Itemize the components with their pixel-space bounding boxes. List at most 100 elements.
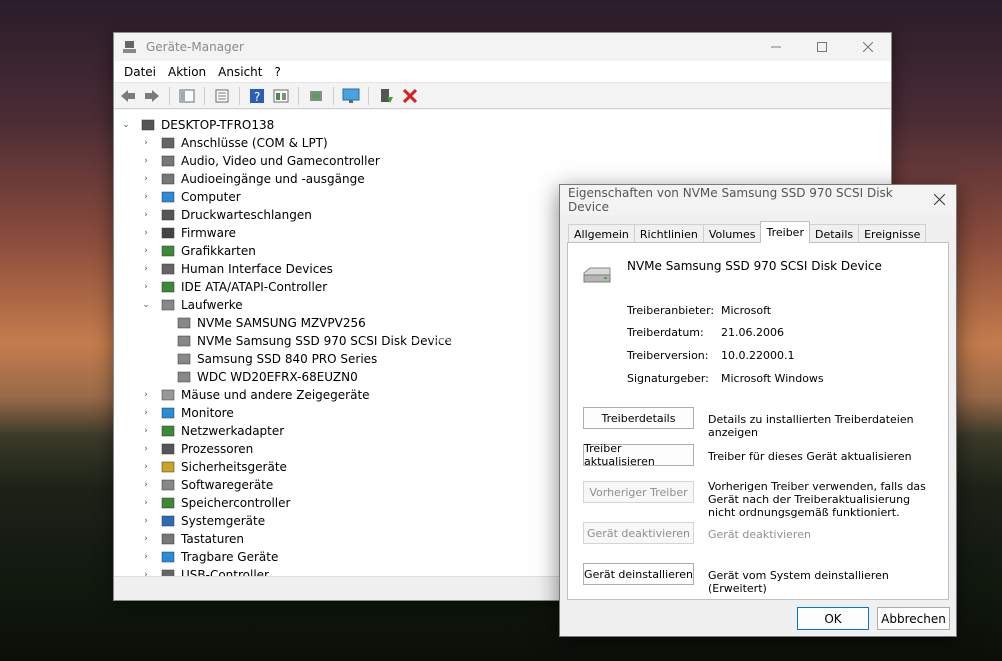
root-computer-icon: [140, 118, 156, 132]
help-icon: ?: [250, 88, 264, 104]
dialog-title: Eigenschaften von NVMe Samsung SSD 970 S…: [568, 186, 893, 214]
chevron-right-icon[interactable]: ›: [140, 425, 152, 437]
tree-category[interactable]: › Mäuse und andere Zeigegeräte: [140, 386, 369, 404]
chevron-right-icon[interactable]: ›: [140, 389, 152, 401]
tree-item-label: Prozessoren: [181, 442, 254, 456]
driver-details-description: Details zu installierten Treiberdateien …: [708, 413, 914, 439]
signer-label: Signaturgeber:: [627, 372, 709, 385]
tab-allgemein[interactable]: Allgemein: [568, 224, 635, 243]
chevron-right-icon[interactable]: ›: [140, 209, 152, 221]
chevron-right-icon[interactable]: ›: [140, 515, 152, 527]
scan-hardware-button[interactable]: [306, 86, 326, 106]
driver-details-button[interactable]: Treiberdetails: [583, 407, 694, 429]
chevron-down-icon[interactable]: ⌄: [120, 119, 132, 131]
dialog-title-bar[interactable]: Eigenschaften von NVMe Samsung SSD 970 S…: [560, 185, 956, 215]
chevron-right-icon[interactable]: ›: [140, 533, 152, 545]
tab-volumes[interactable]: Volumes: [702, 224, 762, 243]
forward-button[interactable]: [142, 86, 162, 106]
tree-category[interactable]: › Audioeingänge und -ausgänge: [140, 170, 365, 188]
menu-ansicht[interactable]: Ansicht: [212, 65, 268, 79]
tree-category[interactable]: › Monitore: [140, 404, 234, 422]
chevron-right-icon[interactable]: ›: [140, 263, 152, 275]
update-driver-button[interactable]: [376, 86, 396, 106]
tree-device[interactable]: Samsung SSD 840 PRO Series: [176, 350, 377, 368]
menu-aktion[interactable]: Aktion: [162, 65, 212, 79]
maximize-button[interactable]: [799, 33, 845, 61]
drive-icon: [582, 265, 612, 285]
close-button[interactable]: [845, 33, 891, 61]
tree-device[interactable]: WDC WD20EFRX-68EUZN0: [176, 368, 358, 386]
tree-category[interactable]: › Systemgeräte: [140, 512, 265, 530]
tree-category[interactable]: › Druckwarteschlangen: [140, 206, 312, 224]
uninstall-button[interactable]: [400, 86, 420, 106]
tree-category[interactable]: › Audio, Video und Gamecontroller: [140, 152, 380, 170]
mouse-icon: [160, 388, 176, 402]
tree-category[interactable]: › Speichercontroller: [140, 494, 290, 512]
update-driver-button[interactable]: Treiber aktualisieren: [583, 442, 694, 468]
toolbar-separator: [333, 86, 334, 105]
disable-device-button[interactable]: Gerät deaktivieren: [583, 522, 694, 544]
tree-root[interactable]: ⌄ DESKTOP-TFRO138: [120, 116, 274, 134]
tree-device[interactable]: NVMe SAMSUNG MZVPV256: [176, 314, 366, 332]
chevron-right-icon[interactable]: ›: [140, 407, 152, 419]
chevron-right-icon[interactable]: ›: [140, 155, 152, 167]
tree-category[interactable]: ⌄ Laufwerke: [140, 296, 243, 314]
driver-provider-label: Treiberanbieter:: [627, 304, 715, 317]
chevron-right-icon[interactable]: ›: [140, 191, 152, 203]
tree-item-label: Grafikkarten: [181, 244, 256, 258]
tree-category[interactable]: › Softwaregeräte: [140, 476, 273, 494]
tree-category[interactable]: › Firmware: [140, 224, 236, 242]
chevron-right-icon[interactable]: ›: [140, 461, 152, 473]
display-adapter-icon: [160, 244, 176, 258]
tree-category[interactable]: › Grafikkarten: [140, 242, 256, 260]
properties-button[interactable]: [212, 86, 232, 106]
chevron-down-icon[interactable]: ⌄: [140, 299, 152, 311]
dialog-close-button[interactable]: [923, 191, 956, 209]
tab-ereignisse[interactable]: Ereignisse: [858, 224, 927, 243]
tree-category[interactable]: › Tastaturen: [140, 530, 244, 548]
tab-details[interactable]: Details: [808, 224, 860, 243]
minimize-button[interactable]: [753, 33, 799, 61]
tree-category[interactable]: › Tragbare Geräte: [140, 548, 278, 566]
tree-item-label: Audioeingänge und -ausgänge: [181, 172, 365, 186]
monitor-button[interactable]: [341, 86, 361, 106]
tab-treiber[interactable]: Treiber: [760, 221, 810, 243]
tree-item-label: Laufwerke: [181, 298, 243, 312]
drive-icon: [176, 352, 192, 366]
tree-category[interactable]: › IDE ATA/ATAPI-Controller: [140, 278, 327, 296]
forward-arrow-icon: [145, 89, 159, 102]
driver-tab-panel: NVMe Samsung SSD 970 SCSI Disk Device Tr…: [567, 242, 949, 600]
tab-richtlinien[interactable]: Richtlinien: [633, 224, 704, 243]
back-arrow-icon: [121, 89, 135, 102]
tree-category[interactable]: › Anschlüsse (COM & LPT): [140, 134, 328, 152]
roll-back-driver-button[interactable]: Vorheriger Treiber: [583, 481, 694, 503]
show-hide-tree-button[interactable]: [177, 86, 197, 106]
tree-category[interactable]: › Computer: [140, 188, 240, 206]
menu-help[interactable]: ?: [268, 65, 286, 79]
menu-datei[interactable]: Datei: [118, 65, 162, 79]
resources-view-button[interactable]: [271, 86, 291, 106]
uninstall-device-button[interactable]: Gerät deinstallieren: [583, 563, 694, 585]
chevron-right-icon[interactable]: ›: [140, 245, 152, 257]
ok-button[interactable]: OK: [797, 607, 869, 630]
chevron-right-icon[interactable]: ›: [140, 497, 152, 509]
tree-category[interactable]: › Netzwerkadapter: [140, 422, 284, 440]
back-button[interactable]: [118, 86, 138, 106]
chevron-right-icon[interactable]: ›: [140, 551, 152, 563]
title-bar[interactable]: Geräte-Manager: [114, 33, 891, 61]
chevron-right-icon[interactable]: ›: [140, 227, 152, 239]
chevron-right-icon[interactable]: ›: [140, 173, 152, 185]
tree-category[interactable]: › Sicherheitsgeräte: [140, 458, 287, 476]
tree-category[interactable]: › Human Interface Devices: [140, 260, 333, 278]
chevron-right-icon[interactable]: ›: [140, 137, 152, 149]
tree-category[interactable]: › Prozessoren: [140, 440, 253, 458]
chevron-right-icon[interactable]: ›: [140, 443, 152, 455]
properties-dialog: Eigenschaften von NVMe Samsung SSD 970 S…: [559, 184, 957, 637]
cancel-button[interactable]: Abbrechen: [877, 607, 950, 630]
help-button[interactable]: ?: [247, 86, 267, 106]
network-adapter-icon: [160, 424, 176, 438]
chevron-right-icon[interactable]: ›: [140, 281, 152, 293]
uninstall-icon: [403, 88, 417, 103]
chevron-right-icon[interactable]: ›: [140, 479, 152, 491]
properties-icon: [215, 89, 229, 102]
